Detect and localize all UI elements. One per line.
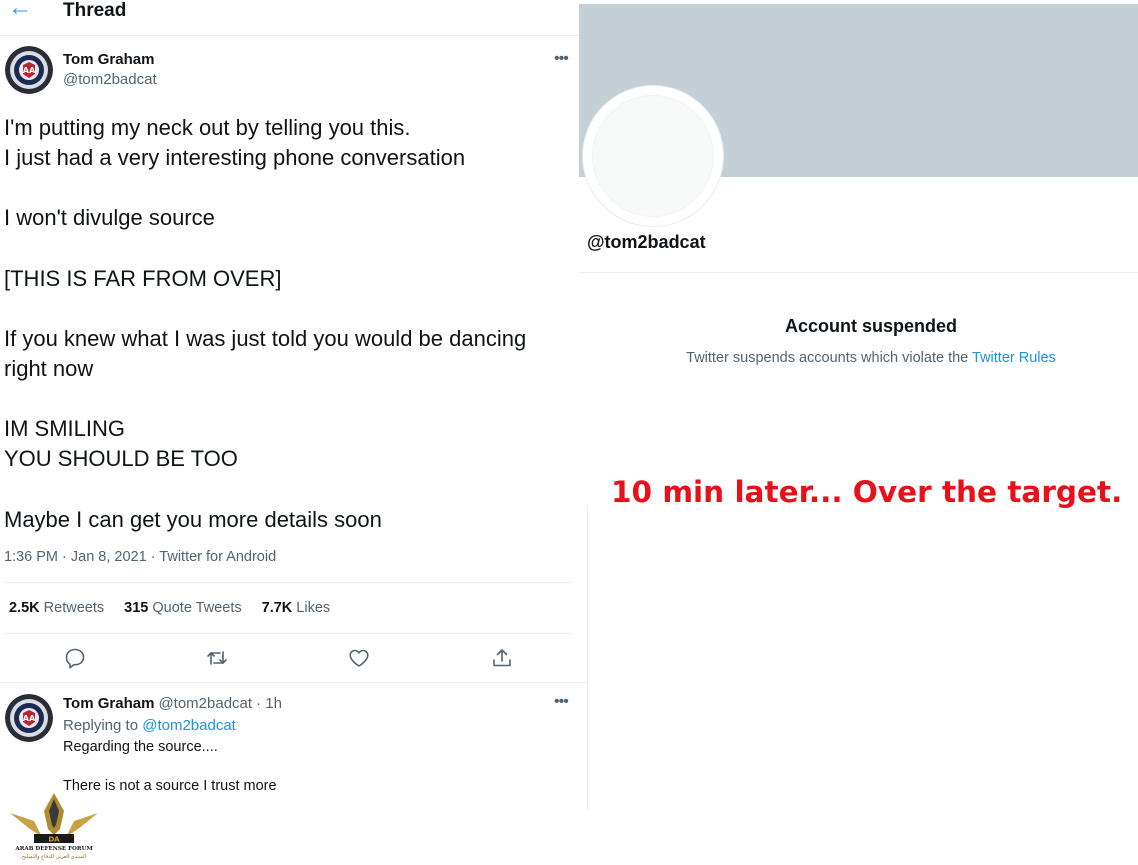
svg-text:ARAB DEFENSE FORUM: ARAB DEFENSE FORUM	[14, 846, 92, 852]
svg-text:DA: DA	[48, 836, 60, 844]
like-icon[interactable]	[347, 646, 371, 670]
thread-panel: ← Thread AA Tom Graham @tom2badcat ••• I…	[0, 0, 587, 865]
divider	[4, 582, 572, 583]
replying-to: Replying to @tom2badcat	[63, 717, 236, 734]
tweet-line: If you knew what I was just told you wou…	[4, 325, 527, 351]
page-title: Thread	[63, 0, 127, 21]
tweet-timestamp[interactable]: 1:36 PM · Jan 8, 2021 · Twitter for Andr…	[4, 549, 276, 565]
tweet-line: I just had a very interesting phone conv…	[4, 145, 466, 171]
tweet-line: IM SMILING	[4, 416, 126, 442]
divider	[579, 272, 1138, 273]
suspended-title: Account suspended	[784, 316, 958, 336]
svg-text:AA: AA	[23, 714, 36, 723]
reply-author-line: Tom Graham @tom2badcat · 1h	[63, 695, 282, 712]
tweet-text: I'm putting my neck out by telling you t…	[4, 113, 574, 535]
retweet-icon[interactable]	[205, 646, 229, 670]
arrow-left-icon[interactable]: ←	[8, 0, 32, 22]
divider	[4, 633, 572, 634]
divider	[0, 682, 587, 683]
retweets-stat[interactable]: 2.5K Retweets	[9, 600, 104, 616]
tweet-line: right now	[4, 356, 94, 382]
tweet-stats: 2.5K Retweets 315 Quote Tweets 7.7K Like…	[9, 600, 346, 616]
share-icon[interactable]	[490, 646, 514, 670]
author-name[interactable]: Tom Graham	[63, 695, 154, 712]
profile-panel: @tom2badcat Account suspended Twitter su…	[579, 0, 1138, 865]
reply-time[interactable]: · 1h	[256, 695, 282, 712]
tweet-line: YOU SHOULD BE TOO	[4, 446, 238, 472]
arab-defense-forum-logo: DA ARAB DEFENSE FORUM المنتدى العربي للد…	[4, 785, 104, 865]
quote-tweets-stat[interactable]: 315 Quote Tweets	[124, 600, 241, 616]
avatar[interactable]: AA	[5, 46, 53, 94]
tweet-line: I won't divulge source	[4, 205, 215, 231]
avatar[interactable]: AA	[5, 694, 53, 742]
author-handle[interactable]: @tom2badcat	[63, 71, 157, 89]
svg-text:AA: AA	[23, 66, 36, 75]
default-avatar	[592, 95, 714, 217]
more-horizontal-icon[interactable]: •••	[554, 50, 569, 68]
author-name[interactable]: Tom Graham	[63, 51, 154, 69]
overlay-caption: 10 min later... Over the target.	[611, 475, 1123, 509]
profile-avatar	[583, 86, 723, 226]
more-horizontal-icon[interactable]: •••	[554, 693, 569, 711]
tweet-line: I'm putting my neck out by telling you t…	[4, 115, 411, 140]
suspended-description: Twitter suspends accounts which violate …	[686, 350, 1056, 366]
divider	[587, 505, 588, 810]
author-handle[interactable]: @tom2badcat	[158, 695, 252, 712]
replying-to-link[interactable]: @tom2badcat	[142, 717, 236, 734]
thread-header: ← Thread	[0, 0, 587, 36]
reply-icon[interactable]	[63, 646, 87, 670]
twitter-rules-link[interactable]: Twitter Rules	[972, 350, 1056, 366]
tweet-line: Maybe I can get you more details soon	[4, 506, 382, 532]
tweet-line: [THIS IS FAR FROM OVER]	[4, 265, 282, 291]
profile-handle: @tom2badcat	[587, 232, 706, 252]
svg-text:المنتدى العربي للدفاع والتسليح: المنتدى العربي للدفاع والتسليح	[22, 854, 86, 860]
likes-stat[interactable]: 7.7K Likes	[262, 600, 331, 616]
reply-text-line: Regarding the source....	[63, 739, 218, 755]
